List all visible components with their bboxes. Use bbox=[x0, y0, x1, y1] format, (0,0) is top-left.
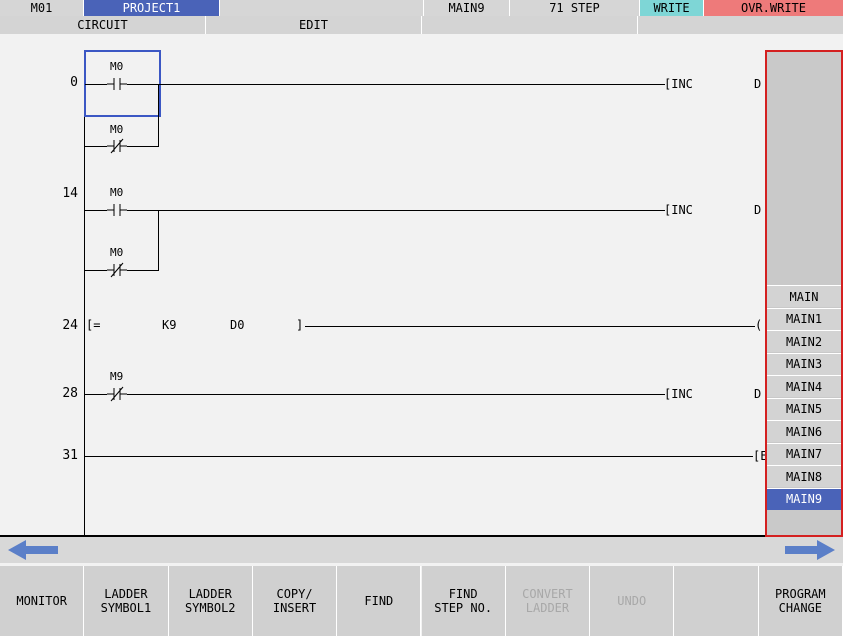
function-key-label: LADDER bbox=[104, 587, 148, 601]
nc-contact-icon bbox=[107, 138, 127, 154]
function-key[interactable]: CONVERT LADDER bbox=[505, 566, 591, 636]
contact-label: M0 bbox=[110, 186, 124, 199]
station-label: M01 bbox=[0, 0, 84, 16]
coil: ( bbox=[755, 318, 763, 332]
function-key[interactable]: COPY/INSERT bbox=[252, 566, 338, 636]
function-key[interactable]: MONITOR bbox=[0, 566, 85, 636]
nc-contact-icon bbox=[107, 262, 127, 278]
function-key[interactable] bbox=[674, 566, 759, 636]
nc-contact-icon bbox=[107, 386, 127, 402]
sub-empty-1 bbox=[422, 16, 638, 34]
rung-wire bbox=[85, 84, 665, 85]
program-item[interactable]: MAIN8 bbox=[767, 465, 841, 487]
function-key[interactable]: LADDER SYMBOL1 bbox=[84, 566, 169, 636]
function-key-label: FIND bbox=[364, 594, 394, 608]
function-key-label: INSERT bbox=[272, 601, 317, 615]
function-key-label: LADDER bbox=[188, 587, 232, 601]
compare-operand: D0 bbox=[230, 318, 245, 332]
function-key-label: PROGRAM bbox=[775, 587, 826, 601]
function-key-label: CONVERT bbox=[522, 587, 573, 601]
write-mode-badge: WRITE bbox=[640, 0, 704, 16]
rung-wire bbox=[305, 326, 755, 327]
function-key[interactable]: LADDER SYMBOL2 bbox=[168, 566, 253, 636]
program-item[interactable]: MAIN bbox=[767, 285, 841, 307]
branch-vertical bbox=[158, 210, 159, 271]
contact-label: M0 bbox=[110, 60, 124, 73]
edit-label: EDIT bbox=[206, 16, 422, 34]
program-item[interactable]: MAIN3 bbox=[767, 352, 841, 375]
step-number: 31 bbox=[62, 448, 78, 463]
scroll-bar bbox=[0, 537, 843, 563]
function-key-label: LADDER bbox=[525, 601, 570, 615]
compare-operand: K9 bbox=[162, 318, 177, 332]
program-item[interactable]: MAIN6 bbox=[767, 420, 841, 442]
branch-vertical bbox=[158, 84, 159, 147]
contact-label: M9 bbox=[110, 370, 124, 383]
device: D bbox=[754, 77, 762, 91]
function-key-label: SYMBOL2 bbox=[184, 601, 236, 615]
function-key-label: STEP NO. bbox=[434, 601, 493, 615]
function-key-label: CHANGE bbox=[778, 601, 823, 615]
rung-wire bbox=[85, 456, 753, 457]
program-item[interactable]: MAIN4 bbox=[767, 375, 841, 397]
function-key[interactable]: FIND bbox=[337, 566, 422, 636]
sub-empty-2 bbox=[638, 16, 843, 34]
function-key-label: SYMBOL1 bbox=[100, 601, 152, 615]
function-key[interactable]: FIND STEP NO. bbox=[421, 566, 506, 636]
contact-label: M0 bbox=[110, 123, 124, 136]
device: D bbox=[754, 203, 762, 217]
function-key-label: UNDO bbox=[617, 594, 647, 608]
instruction: [INC bbox=[664, 77, 693, 91]
step-number: 0 bbox=[70, 75, 78, 90]
function-key-label: MONITOR bbox=[16, 594, 67, 608]
function-key[interactable]: UNDO bbox=[590, 566, 675, 636]
program-item[interactable]: MAIN5 bbox=[767, 397, 841, 420]
rung-wire bbox=[85, 210, 665, 211]
left-power-rail bbox=[84, 50, 85, 535]
program-item[interactable]: MAIN9 bbox=[767, 487, 841, 510]
instruction: [INC bbox=[664, 203, 693, 217]
contact-label: M0 bbox=[110, 246, 124, 259]
no-contact-icon bbox=[107, 202, 127, 218]
arrow-right-icon[interactable] bbox=[785, 540, 835, 560]
step-number: 28 bbox=[62, 386, 78, 401]
compare-close: ] bbox=[296, 318, 304, 332]
arrow-left-icon[interactable] bbox=[8, 540, 58, 560]
function-key-label: FIND bbox=[448, 587, 478, 601]
status-empty bbox=[220, 0, 424, 16]
no-contact-icon bbox=[107, 76, 127, 92]
overwrite-mode-badge: OVR.WRITE bbox=[704, 0, 843, 16]
program-item[interactable]: MAIN2 bbox=[767, 330, 841, 352]
project-name: PROJECT1 bbox=[84, 0, 220, 16]
step-number: 24 bbox=[62, 318, 78, 333]
function-key-label: COPY/ bbox=[276, 587, 313, 601]
rung-wire bbox=[85, 394, 665, 395]
step-count: 71 STEP bbox=[510, 0, 640, 16]
program-name: MAIN9 bbox=[424, 0, 510, 16]
compare-open: [= bbox=[86, 318, 101, 332]
step-number: 14 bbox=[62, 186, 78, 201]
circuit-label: CIRCUIT bbox=[0, 16, 206, 34]
device: D bbox=[754, 387, 762, 401]
program-item[interactable]: MAIN1 bbox=[767, 307, 841, 330]
program-item[interactable]: MAIN7 bbox=[767, 442, 841, 465]
instruction: [INC bbox=[664, 387, 693, 401]
function-key[interactable]: PROGRAM CHANGE bbox=[758, 566, 843, 636]
